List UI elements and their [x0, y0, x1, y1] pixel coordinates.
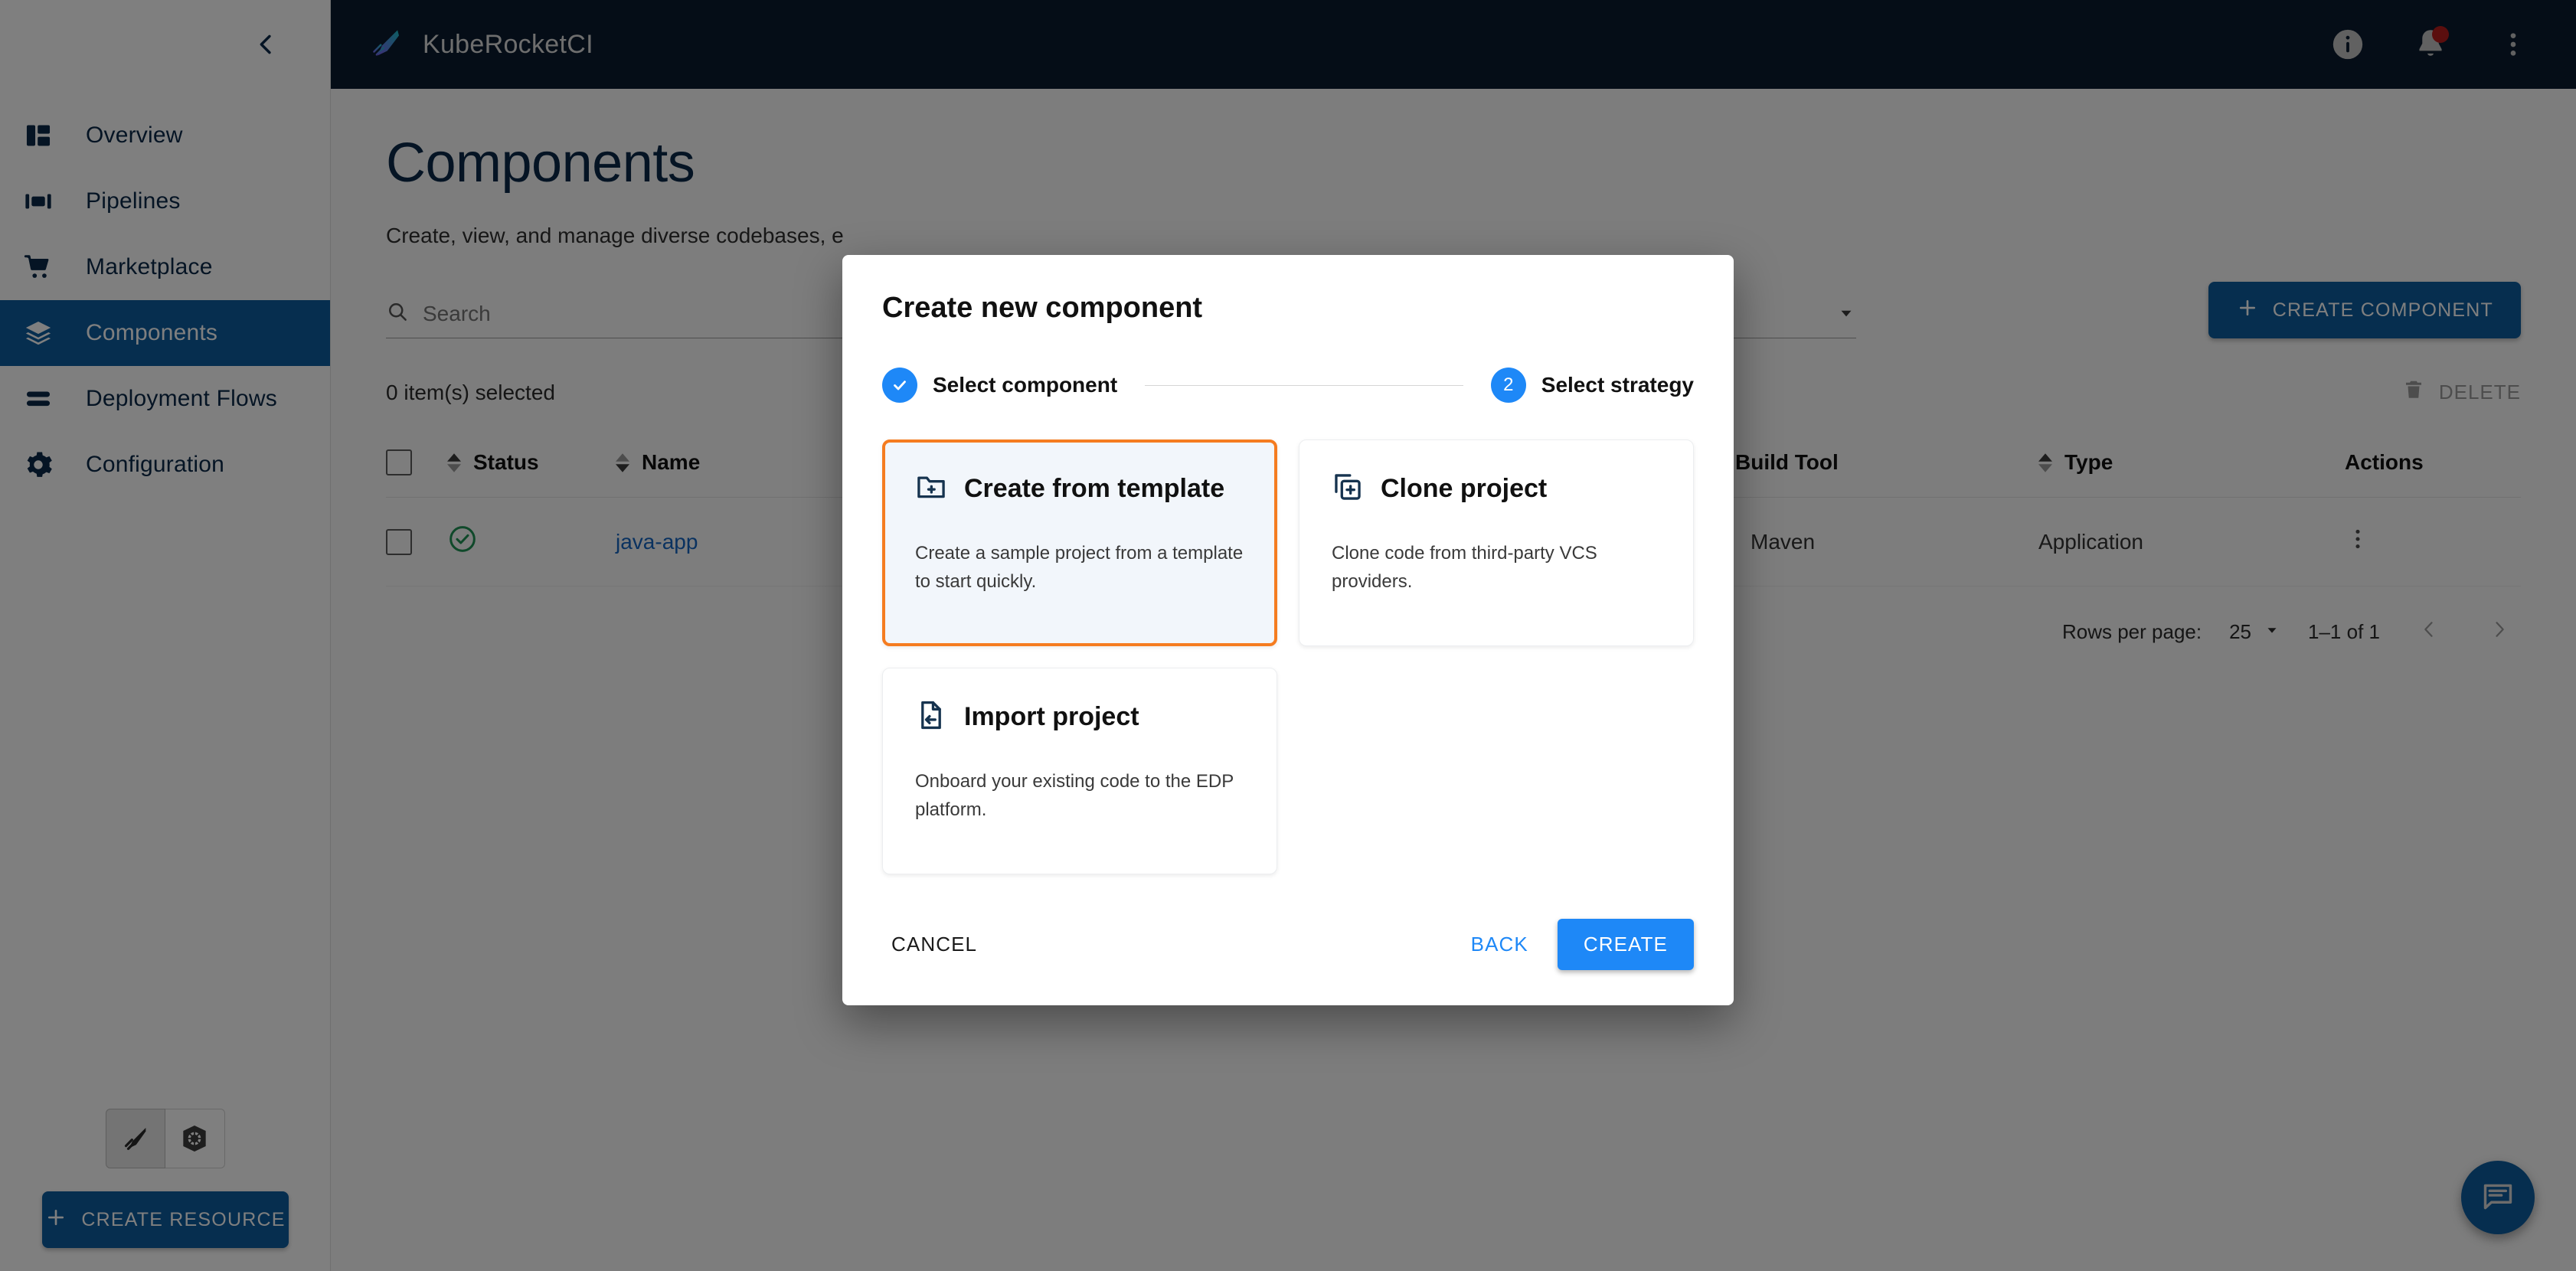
back-button[interactable]: BACK [1462, 922, 1538, 967]
modal-footer: CANCEL BACK CREATE [842, 919, 1734, 1005]
strategy-card-title: Clone project [1381, 474, 1547, 504]
folder-plus-icon [915, 471, 947, 507]
strategy-card-description: Onboard your existing code to the EDP pl… [915, 767, 1244, 824]
strategy-card-title: Import project [964, 702, 1139, 732]
strategy-card-create-from-template[interactable]: Create from template Create a sample pro… [882, 439, 1277, 646]
file-import-icon [915, 699, 947, 735]
modal-title: Create new component [842, 255, 1734, 325]
copy-plus-icon [1332, 471, 1364, 507]
strategy-card-import-project[interactable]: Import project Onboard your existing cod… [882, 668, 1277, 874]
app-root: Overview Pipelines Marketplace Component… [0, 0, 2576, 1271]
strategy-card-description: Clone code from third-party VCS provider… [1332, 539, 1661, 596]
modal-stepper: Select component 2 Select strategy [842, 325, 1734, 403]
step-select-component[interactable]: Select component [882, 368, 1117, 403]
step-label: Select component [933, 373, 1117, 397]
create-button[interactable]: CREATE [1558, 919, 1694, 970]
step-number-badge: 2 [1491, 368, 1526, 403]
step-label: Select strategy [1541, 373, 1694, 397]
strategy-card-description: Create a sample project from a template … [915, 539, 1244, 596]
step-complete-icon [882, 368, 917, 403]
cancel-button[interactable]: CANCEL [882, 922, 986, 967]
strategy-cards: Create from template Create a sample pro… [842, 403, 1734, 874]
create-component-modal: Create new component Select component 2 … [842, 255, 1734, 1005]
step-select-strategy[interactable]: 2 Select strategy [1491, 368, 1694, 403]
strategy-card-title: Create from template [964, 474, 1224, 504]
stepper-connector [1145, 385, 1463, 386]
strategy-card-clone-project[interactable]: Clone project Clone code from third-part… [1299, 439, 1694, 646]
